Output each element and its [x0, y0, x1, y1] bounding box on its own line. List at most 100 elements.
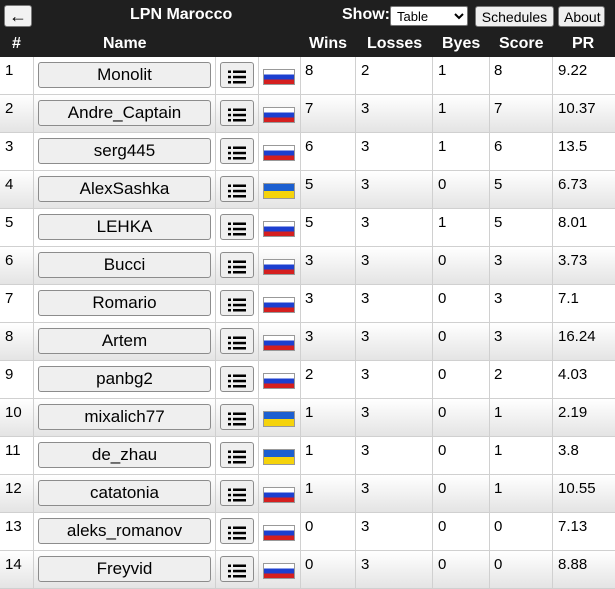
column-divider [300, 285, 301, 322]
column-divider [258, 209, 259, 246]
player-name-button[interactable]: Bucci [38, 252, 211, 278]
score-value: 6 [494, 138, 503, 155]
player-name-button[interactable]: Romario [38, 290, 211, 316]
back-button[interactable]: ← [4, 5, 32, 27]
column-divider [215, 247, 216, 284]
player-name-button[interactable]: de_zhau [38, 442, 211, 468]
player-name-button[interactable]: mixalich77 [38, 404, 211, 430]
player-menu-button[interactable] [220, 442, 254, 468]
column-divider [432, 133, 433, 170]
column-divider [489, 361, 490, 398]
column-divider [489, 57, 490, 94]
wins-value: 1 [305, 442, 314, 459]
column-divider [33, 247, 34, 284]
byes-value: 1 [438, 62, 447, 79]
table-row: 8 Artem 3 3 0 3 16.24 [0, 323, 615, 361]
byes-value: 0 [438, 176, 447, 193]
losses-value: 3 [361, 404, 370, 421]
pr-value: 16.24 [558, 328, 596, 345]
column-divider [432, 57, 433, 94]
score-value: 3 [494, 290, 503, 307]
wins-value: 5 [305, 214, 314, 231]
column-divider [33, 323, 34, 360]
byes-value: 1 [438, 214, 447, 231]
player-menu-button[interactable] [220, 290, 254, 316]
column-divider [355, 285, 356, 322]
column-divider [552, 361, 553, 398]
wins-value: 2 [305, 366, 314, 383]
column-divider [33, 551, 34, 588]
player-menu-button[interactable] [220, 404, 254, 430]
player-name-button[interactable]: serg445 [38, 138, 211, 164]
rank-number: 12 [5, 480, 22, 497]
player-menu-button[interactable] [220, 214, 254, 240]
list-icon [228, 374, 246, 388]
player-menu-button[interactable] [220, 480, 254, 506]
player-name-button[interactable]: LEHKA [38, 214, 211, 240]
player-name-button[interactable]: Freyvid [38, 556, 211, 582]
pr-value: 3.8 [558, 442, 579, 459]
column-divider [355, 171, 356, 208]
player-menu-button[interactable] [220, 138, 254, 164]
player-menu-button[interactable] [220, 366, 254, 392]
player-menu-button[interactable] [220, 176, 254, 202]
losses-value: 3 [361, 366, 370, 383]
column-header-pr: PR [572, 35, 595, 52]
losses-value: 3 [361, 442, 370, 459]
ukraine-flag-icon [263, 449, 295, 465]
column-divider [552, 475, 553, 512]
column-divider [489, 551, 490, 588]
score-value: 0 [494, 518, 503, 535]
wins-value: 3 [305, 252, 314, 269]
byes-value: 1 [438, 100, 447, 117]
player-name-button[interactable]: catatonia [38, 480, 211, 506]
player-menu-button[interactable] [220, 556, 254, 582]
about-button[interactable]: About [558, 6, 605, 27]
rank-number: 13 [5, 518, 22, 535]
column-divider [258, 475, 259, 512]
column-divider [258, 361, 259, 398]
wins-value: 3 [305, 328, 314, 345]
schedules-button[interactable]: Schedules [475, 6, 554, 27]
column-divider [355, 437, 356, 474]
column-divider [215, 437, 216, 474]
losses-value: 3 [361, 138, 370, 155]
table-row: 14 Freyvid 0 3 0 0 8.88 [0, 551, 615, 589]
player-menu-button[interactable] [220, 518, 254, 544]
score-value: 5 [494, 214, 503, 231]
player-name-button[interactable]: Artem [38, 328, 211, 354]
column-header-num: # [12, 35, 21, 52]
wins-value: 6 [305, 138, 314, 155]
column-header-byes: Byes [442, 35, 481, 52]
score-value: 2 [494, 366, 503, 383]
column-divider [355, 323, 356, 360]
list-icon [228, 184, 246, 198]
rank-number: 6 [5, 252, 14, 269]
column-divider [552, 551, 553, 588]
column-divider [215, 399, 216, 436]
byes-value: 0 [438, 556, 447, 573]
player-menu-button[interactable] [220, 252, 254, 278]
show-select[interactable]: Table [390, 6, 468, 26]
column-divider [215, 95, 216, 132]
column-header-score: Score [499, 35, 544, 52]
column-divider [33, 399, 34, 436]
player-name-button[interactable]: Andre_Captain [38, 100, 211, 126]
player-name-button[interactable]: Monolit [38, 62, 211, 88]
column-divider [33, 285, 34, 322]
top-bar: ← LPN Marocco Show: Table Schedules Abou… [0, 0, 615, 32]
byes-value: 0 [438, 480, 447, 497]
column-divider [432, 285, 433, 322]
player-name-button[interactable]: panbg2 [38, 366, 211, 392]
player-name-button[interactable]: AlexSashka [38, 176, 211, 202]
pr-value: 7.13 [558, 518, 588, 535]
player-menu-button[interactable] [220, 100, 254, 126]
player-menu-button[interactable] [220, 328, 254, 354]
byes-value: 1 [438, 138, 447, 155]
player-menu-button[interactable] [220, 62, 254, 88]
losses-value: 3 [361, 290, 370, 307]
column-divider [552, 171, 553, 208]
player-name-button[interactable]: aleks_romanov [38, 518, 211, 544]
column-divider [432, 323, 433, 360]
column-divider [432, 437, 433, 474]
